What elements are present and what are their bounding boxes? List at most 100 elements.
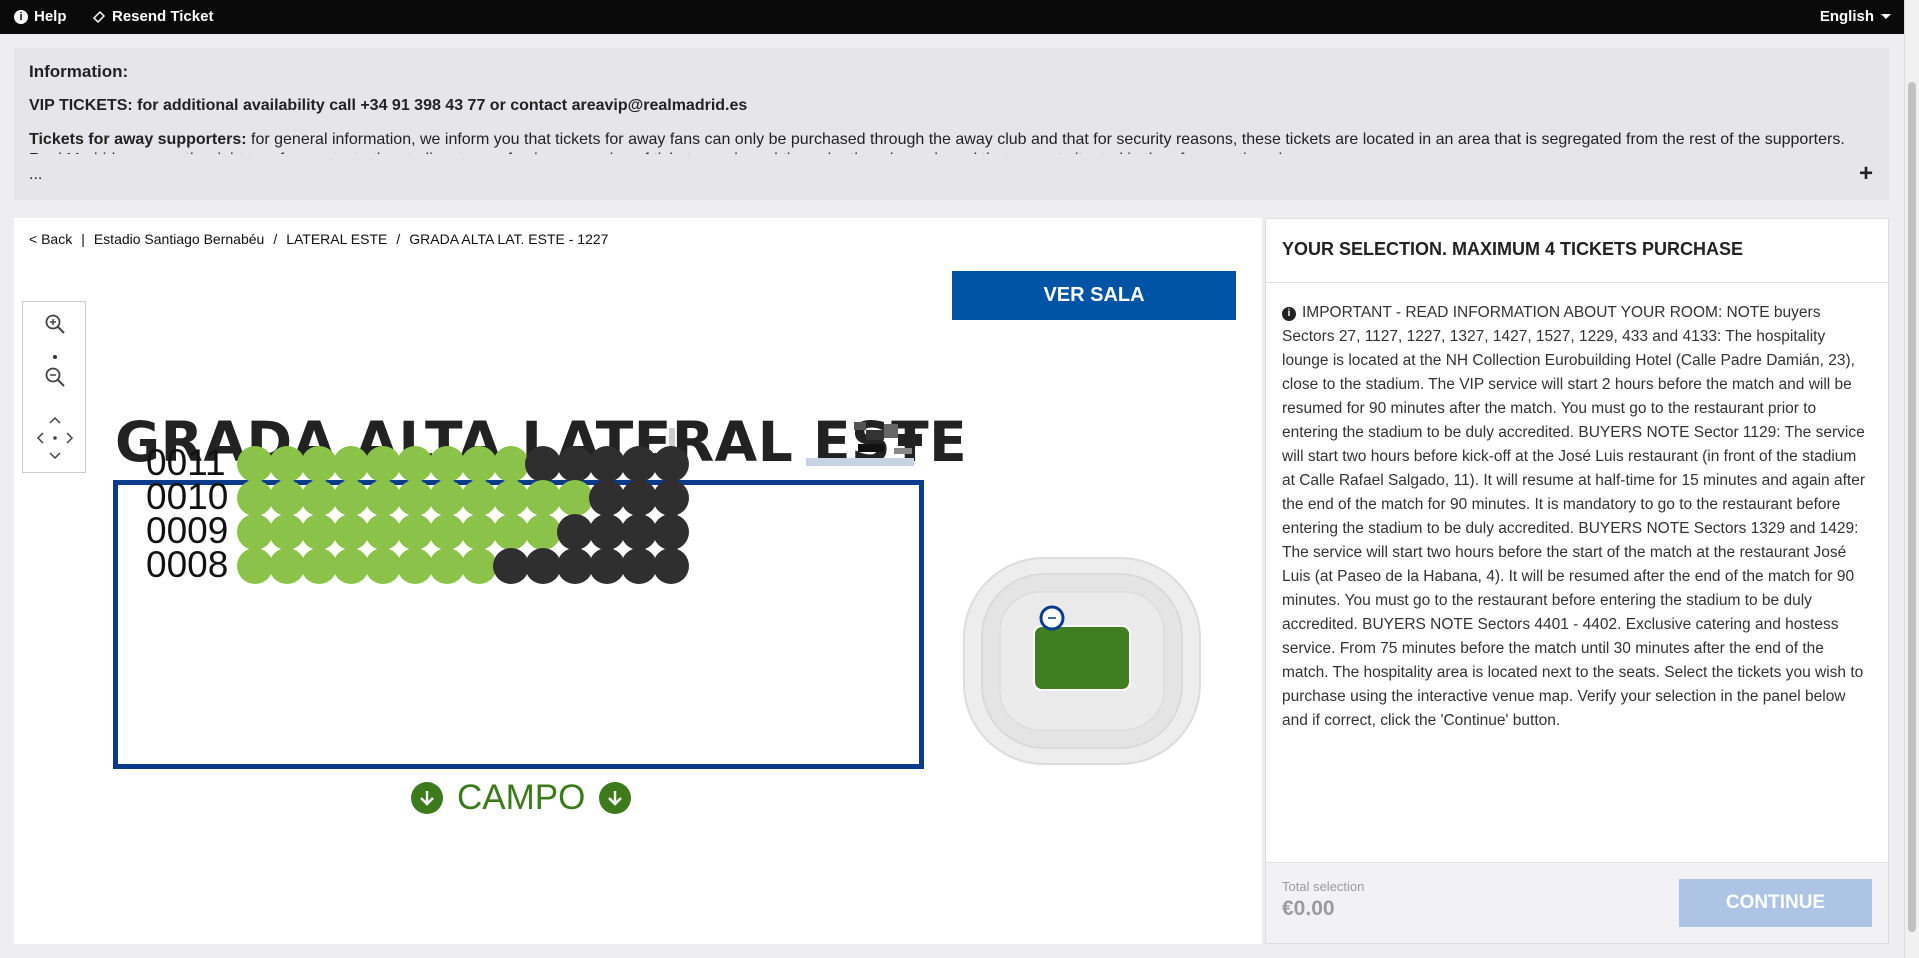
seat-occupied xyxy=(589,548,625,584)
section-decoration-icon xyxy=(669,422,922,466)
seat-occupied xyxy=(525,548,561,584)
expand-info-button[interactable]: + xyxy=(1859,162,1873,186)
selection-notice-text: IMPORTANT - READ INFORMATION ABOUT YOUR … xyxy=(1282,304,1865,729)
pan-arrows-icon[interactable] xyxy=(35,415,75,461)
seat-available[interactable] xyxy=(493,480,529,516)
ellipsis-text: ... xyxy=(29,166,43,183)
seat-available[interactable] xyxy=(461,480,497,516)
seat-available[interactable] xyxy=(365,446,401,482)
seat-available[interactable] xyxy=(301,514,337,550)
seat-available[interactable] xyxy=(333,446,369,482)
breadcrumb: < Back | Estadio Santiago Bernabéu / LAT… xyxy=(29,231,608,247)
seat-available[interactable] xyxy=(429,548,465,584)
seat-available[interactable] xyxy=(525,480,561,516)
seat-available[interactable] xyxy=(333,514,369,550)
zoom-in-icon[interactable] xyxy=(42,311,68,337)
arrow-down-icon xyxy=(411,782,443,814)
selection-footer: Total selection €0.00 CONTINUE xyxy=(1266,862,1888,943)
seat-available[interactable] xyxy=(333,548,369,584)
seat-available[interactable] xyxy=(269,514,305,550)
breadcrumb-separator: | xyxy=(81,231,85,247)
breadcrumb-separator: / xyxy=(396,231,401,247)
info-icon: i xyxy=(14,9,28,24)
seat-occupied xyxy=(653,514,689,550)
ver-sala-button[interactable]: VER SALA xyxy=(952,271,1236,320)
seat-available[interactable] xyxy=(333,480,369,516)
breadcrumb-sector: GRADA ALTA LAT. ESTE - 1227 xyxy=(409,231,609,247)
seat-available[interactable] xyxy=(269,446,305,482)
seat-occupied xyxy=(557,446,593,482)
seat-available[interactable] xyxy=(397,446,433,482)
seat-occupied xyxy=(621,514,657,550)
breadcrumb-zone[interactable]: LATERAL ESTE xyxy=(286,231,387,247)
seat-available[interactable] xyxy=(397,480,433,516)
seat-occupied xyxy=(493,548,529,584)
seat-occupied xyxy=(621,480,657,516)
away-supporters-text: Tickets for away supporters: for general… xyxy=(29,130,1875,154)
seat-occupied xyxy=(621,548,657,584)
zoom-controls xyxy=(22,301,86,473)
back-link[interactable]: < Back xyxy=(29,231,72,247)
seat-occupied xyxy=(589,514,625,550)
venue-map-panel: < Back | Estadio Santiago Bernabéu / LAT… xyxy=(14,218,1262,944)
seat-occupied xyxy=(525,446,561,482)
info-icon: i xyxy=(1282,307,1296,321)
seat-occupied xyxy=(589,446,625,482)
page-scrollbar[interactable] xyxy=(1904,0,1919,958)
seat-available[interactable] xyxy=(301,446,337,482)
seat-available[interactable] xyxy=(301,480,337,516)
seat-available[interactable] xyxy=(365,480,401,516)
seat-available[interactable] xyxy=(365,548,401,584)
total-selection-label: Total selection xyxy=(1282,879,1365,894)
away-supporters-body: for general information, we inform you t… xyxy=(29,131,1845,154)
selection-header: YOUR SELECTION. MAXIMUM 4 TICKETS PURCHA… xyxy=(1266,219,1888,283)
seat-available[interactable] xyxy=(237,548,273,584)
seat-occupied xyxy=(557,548,593,584)
total-selection-value: €0.00 xyxy=(1282,897,1335,920)
continue-button[interactable]: CONTINUE xyxy=(1679,879,1872,927)
seat-available[interactable] xyxy=(429,514,465,550)
top-bar: i Help Resend Ticket English xyxy=(0,0,1904,34)
seat-available[interactable] xyxy=(429,480,465,516)
field-indicator: CAMPO xyxy=(411,778,632,818)
help-label: Help xyxy=(34,8,67,25)
chevron-down-icon xyxy=(1881,13,1891,19)
zoom-level-dot xyxy=(53,355,57,359)
seat-occupied xyxy=(621,446,657,482)
field-label: CAMPO xyxy=(457,778,586,817)
seat-occupied xyxy=(653,446,689,482)
seat-available[interactable] xyxy=(525,514,561,550)
information-panel: Information: VIP TICKETS: for additional… xyxy=(14,48,1889,200)
seat-available[interactable] xyxy=(461,548,497,584)
seat-available[interactable] xyxy=(301,548,337,584)
seat-available[interactable] xyxy=(461,446,497,482)
scrollbar-thumb[interactable] xyxy=(1908,82,1916,932)
seat-available[interactable] xyxy=(397,514,433,550)
resend-ticket-link[interactable]: Resend Ticket xyxy=(92,8,213,25)
language-selector[interactable]: English xyxy=(1820,8,1892,25)
zoom-out-icon[interactable] xyxy=(42,364,68,390)
seat-available[interactable] xyxy=(493,514,529,550)
seat-available[interactable] xyxy=(557,480,593,516)
breadcrumb-venue[interactable]: Estadio Santiago Bernabéu xyxy=(94,231,264,247)
seat-occupied xyxy=(653,548,689,584)
stadium-mini-map[interactable] xyxy=(962,556,1202,768)
language-label: English xyxy=(1819,8,1874,25)
seat-available[interactable] xyxy=(269,480,305,516)
selection-panel: YOUR SELECTION. MAXIMUM 4 TICKETS PURCHA… xyxy=(1265,218,1889,944)
seat-available[interactable] xyxy=(461,514,497,550)
resend-ticket-label: Resend Ticket xyxy=(112,8,214,25)
seat-available[interactable] xyxy=(429,446,465,482)
arrow-down-icon xyxy=(599,782,632,814)
information-heading: Information: xyxy=(29,62,129,81)
seat-available[interactable] xyxy=(269,548,305,584)
seat-available[interactable] xyxy=(397,548,433,584)
seat-available[interactable] xyxy=(493,446,529,482)
seat-available[interactable] xyxy=(365,514,401,550)
breadcrumb-separator: / xyxy=(273,231,278,247)
seat-occupied xyxy=(653,480,689,516)
help-link[interactable]: i Help xyxy=(14,8,67,25)
seat-occupied xyxy=(589,480,625,516)
selection-notice: i IMPORTANT - READ INFORMATION ABOUT YOUR… xyxy=(1266,283,1888,751)
vip-tickets-text: VIP TICKETS: for additional availability… xyxy=(29,97,748,114)
